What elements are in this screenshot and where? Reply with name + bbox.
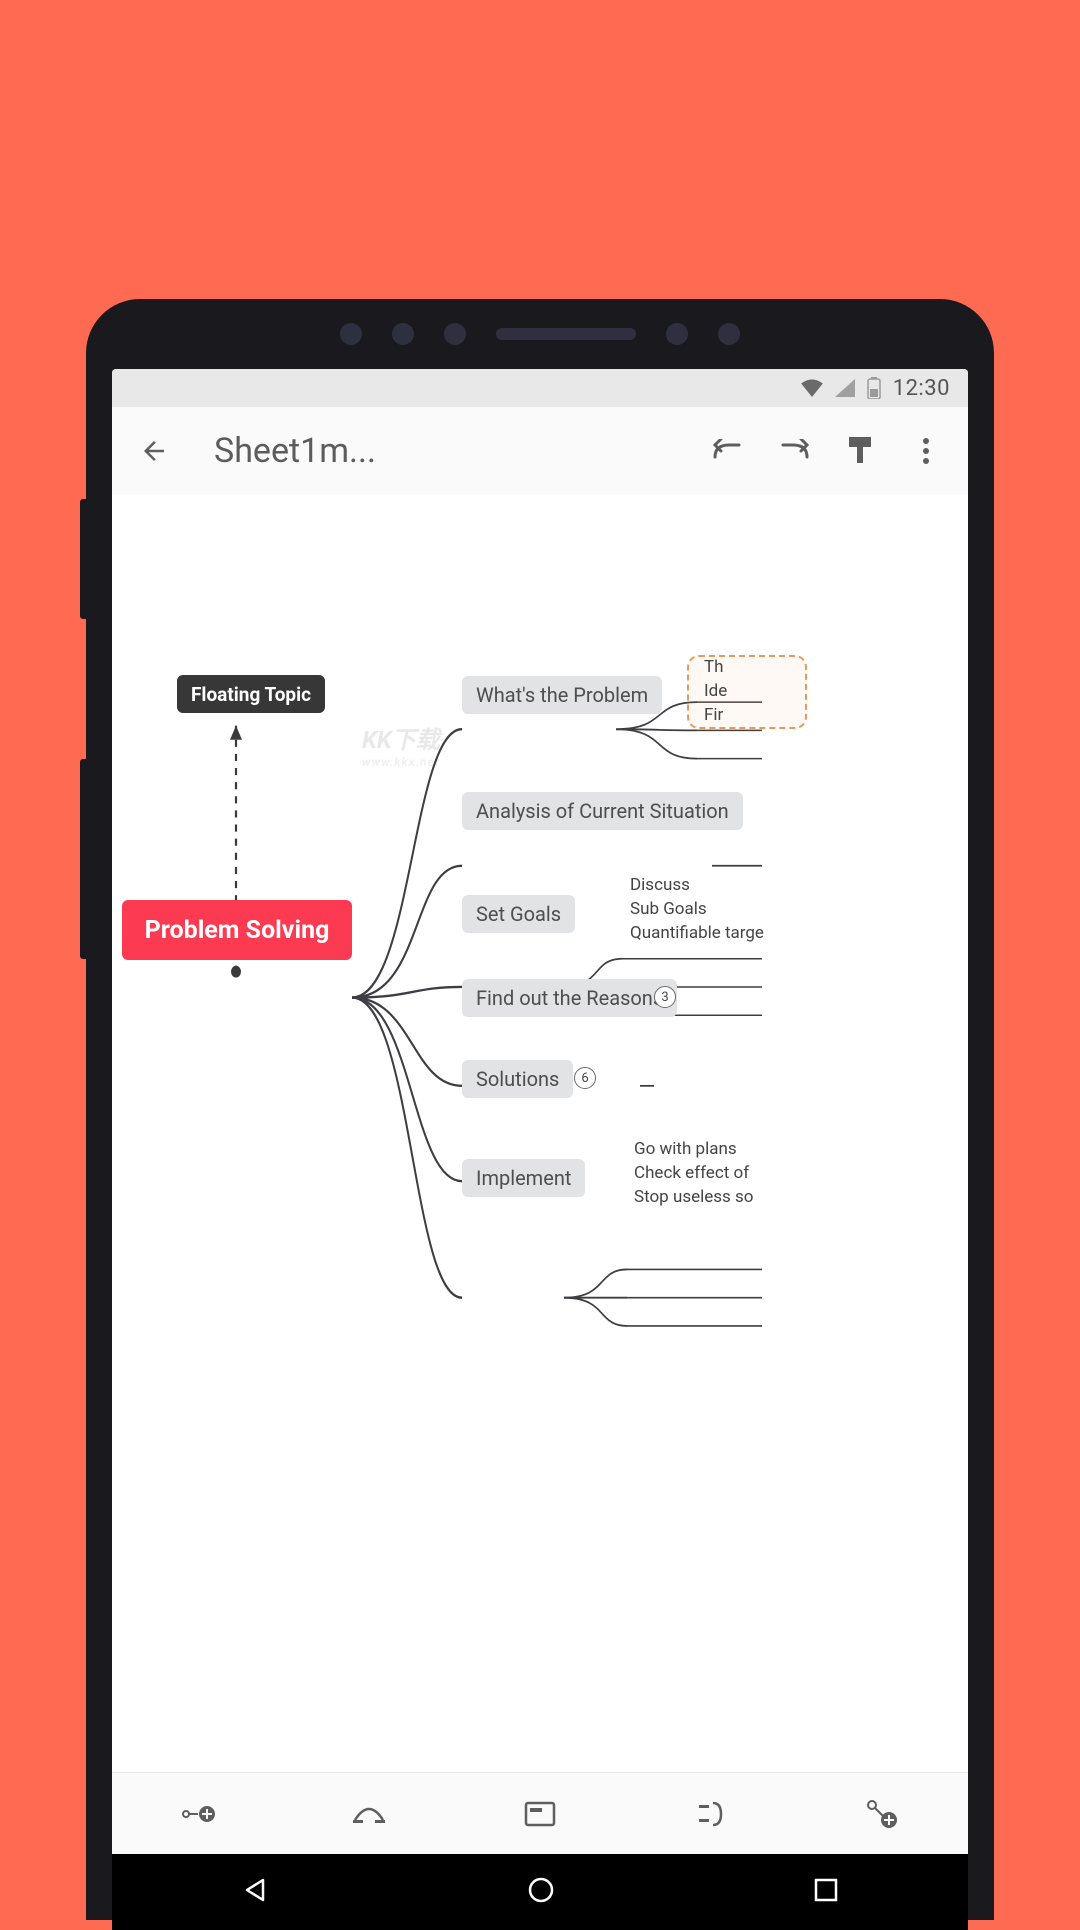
- signal-icon: [835, 379, 855, 397]
- collapsed-count-badge[interactable]: 6: [574, 1067, 596, 1089]
- status-time: 12:30: [893, 376, 950, 401]
- branch-label: Solutions: [476, 1067, 559, 1091]
- floating-topic-label: Floating Topic: [191, 683, 311, 706]
- branch-label: Set Goals: [476, 902, 561, 926]
- branch-node[interactable]: Find out the Reasons: [462, 979, 677, 1017]
- add-subtopic-button[interactable]: [178, 1794, 218, 1834]
- branch-node[interactable]: Set Goals: [462, 895, 575, 933]
- branch-label: What's the Problem: [476, 683, 648, 707]
- branch-node[interactable]: Solutions: [462, 1060, 573, 1098]
- phone-frame: 12:30 Sheet1m...: [86, 299, 994, 1920]
- branch-label: Implement: [476, 1166, 571, 1190]
- sub-node[interactable]: Fir: [704, 705, 723, 725]
- central-topic-node[interactable]: Problem Solving: [122, 900, 352, 960]
- add-summary-button[interactable]: [691, 1794, 731, 1834]
- branch-node[interactable]: What's the Problem: [462, 676, 662, 714]
- add-note-button[interactable]: [520, 1794, 560, 1834]
- watermark: KK下载 www.kkx.net: [362, 720, 440, 769]
- sub-node[interactable]: Stop useless so: [634, 1187, 754, 1207]
- sub-node[interactable]: Discuss: [630, 875, 690, 895]
- branch-node[interactable]: Analysis of Current Situation: [462, 792, 743, 830]
- page-title: Sheet1m...: [190, 431, 692, 471]
- battery-icon: [867, 377, 881, 399]
- sub-node[interactable]: Check effect of: [634, 1163, 749, 1183]
- collapsed-count-badge[interactable]: 3: [654, 986, 676, 1008]
- nav-recent-button[interactable]: [813, 1877, 839, 1907]
- add-relationship-button[interactable]: [349, 1794, 389, 1834]
- sub-node[interactable]: Quantifiable targe: [630, 923, 764, 943]
- wifi-icon: [801, 379, 823, 397]
- more-button[interactable]: [896, 421, 956, 481]
- screen: 12:30 Sheet1m...: [112, 369, 968, 1930]
- nav-home-button[interactable]: [527, 1876, 555, 1908]
- branch-node[interactable]: Implement: [462, 1159, 585, 1197]
- add-floating-button[interactable]: [862, 1794, 902, 1834]
- sub-node[interactable]: Sub Goals: [630, 899, 707, 919]
- central-topic-label: Problem Solving: [145, 916, 330, 945]
- android-nav-bar: [112, 1854, 968, 1930]
- nav-back-button[interactable]: [241, 1876, 269, 1908]
- bottom-toolbar: [112, 1772, 968, 1854]
- format-button[interactable]: [830, 421, 890, 481]
- mindmap-canvas[interactable]: KK下载 www.kkx.net Floating Topic Problem …: [112, 495, 968, 1772]
- branch-label: Find out the Reasons: [476, 986, 663, 1010]
- back-button[interactable]: [124, 421, 184, 481]
- sub-node[interactable]: Th: [704, 657, 724, 677]
- sub-node[interactable]: Go with plans: [634, 1139, 737, 1159]
- app-bar: Sheet1m...: [112, 407, 968, 495]
- undo-button[interactable]: [698, 421, 758, 481]
- floating-topic-node[interactable]: Floating Topic: [177, 675, 325, 713]
- redo-button[interactable]: [764, 421, 824, 481]
- branch-label: Analysis of Current Situation: [476, 799, 729, 823]
- sub-node[interactable]: Ide: [704, 681, 727, 701]
- status-bar: 12:30: [112, 369, 968, 407]
